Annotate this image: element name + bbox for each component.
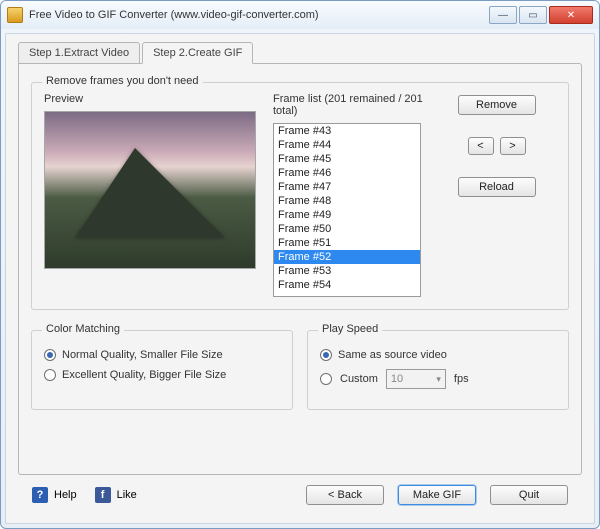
list-item[interactable]: Frame #49 (274, 208, 420, 222)
radio-icon (320, 373, 332, 385)
quit-button[interactable]: Quit (490, 485, 568, 505)
help-label: Help (54, 489, 77, 501)
maximize-button[interactable]: ▭ (519, 6, 547, 24)
remove-frames-group: Remove frames you don't need Preview Fra… (31, 82, 569, 310)
tab-step1[interactable]: Step 1.Extract Video (18, 42, 140, 64)
fps-unit: fps (454, 373, 469, 385)
reload-button[interactable]: Reload (458, 177, 536, 197)
preview-image (44, 111, 256, 269)
radio-icon (320, 349, 332, 361)
help-link[interactable]: ? Help (32, 487, 77, 503)
radio-icon (44, 349, 56, 361)
minimize-button[interactable]: — (489, 6, 517, 24)
prev-frame-button[interactable]: < (468, 137, 494, 155)
tab-step2[interactable]: Step 2.Create GIF (142, 42, 253, 64)
radio-custom-speed[interactable]: Custom 10 ▾ fps (320, 369, 556, 389)
titlebar: Free Video to GIF Converter (www.video-g… (1, 1, 599, 29)
radio-label: Custom (340, 373, 378, 385)
list-item[interactable]: Frame #47 (274, 180, 420, 194)
radio-normal-quality[interactable]: Normal Quality, Smaller File Size (44, 349, 280, 361)
radio-label: Normal Quality, Smaller File Size (62, 349, 223, 361)
list-item[interactable]: Frame #54 (274, 278, 420, 292)
tabstrip: Step 1.Extract Video Step 2.Create GIF (18, 42, 582, 64)
next-frame-button[interactable]: > (500, 137, 526, 155)
close-button[interactable]: ✕ (549, 6, 593, 24)
window-title: Free Video to GIF Converter (www.video-g… (29, 9, 489, 21)
play-speed-legend: Play Speed (318, 323, 382, 335)
fps-select[interactable]: 10 ▾ (386, 369, 446, 389)
help-icon: ? (32, 487, 48, 503)
color-matching-group: Color Matching Normal Quality, Smaller F… (31, 330, 293, 410)
tab-body: Remove frames you don't need Preview Fra… (18, 63, 582, 475)
frame-listbox[interactable]: Frame #43Frame #44Frame #45Frame #46Fram… (273, 123, 421, 297)
list-item[interactable]: Frame #51 (274, 236, 420, 250)
list-item[interactable]: Frame #45 (274, 152, 420, 166)
make-gif-button[interactable]: Make GIF (398, 485, 476, 505)
radio-label: Excellent Quality, Bigger File Size (62, 369, 226, 381)
list-item[interactable]: Frame #43 (274, 124, 420, 138)
preview-label: Preview (44, 93, 259, 105)
list-item[interactable]: Frame #46 (274, 166, 420, 180)
remove-button[interactable]: Remove (458, 95, 536, 115)
content-area: Step 1.Extract Video Step 2.Create GIF R… (5, 33, 595, 524)
like-link[interactable]: f Like (95, 487, 137, 503)
radio-icon (44, 369, 56, 381)
footer: ? Help f Like < Back Make GIF Quit (18, 475, 582, 515)
list-item[interactable]: Frame #48 (274, 194, 420, 208)
chevron-down-icon: ▾ (436, 374, 441, 385)
radio-excellent-quality[interactable]: Excellent Quality, Bigger File Size (44, 369, 280, 381)
list-item[interactable]: Frame #52 (274, 250, 420, 264)
radio-label: Same as source video (338, 349, 447, 361)
remove-frames-legend: Remove frames you don't need (42, 75, 203, 87)
radio-same-speed[interactable]: Same as source video (320, 349, 556, 361)
back-button[interactable]: < Back (306, 485, 384, 505)
list-item[interactable]: Frame #50 (274, 222, 420, 236)
color-matching-legend: Color Matching (42, 323, 124, 335)
app-icon (7, 7, 23, 23)
fps-value: 10 (391, 373, 403, 385)
app-window: Free Video to GIF Converter (www.video-g… (0, 0, 600, 529)
facebook-icon: f (95, 487, 111, 503)
play-speed-group: Play Speed Same as source video Custom 1… (307, 330, 569, 410)
list-item[interactable]: Frame #53 (274, 264, 420, 278)
list-item[interactable]: Frame #44 (274, 138, 420, 152)
framelist-label: Frame list (201 remained / 201 total) (273, 93, 423, 117)
like-label: Like (117, 489, 137, 501)
